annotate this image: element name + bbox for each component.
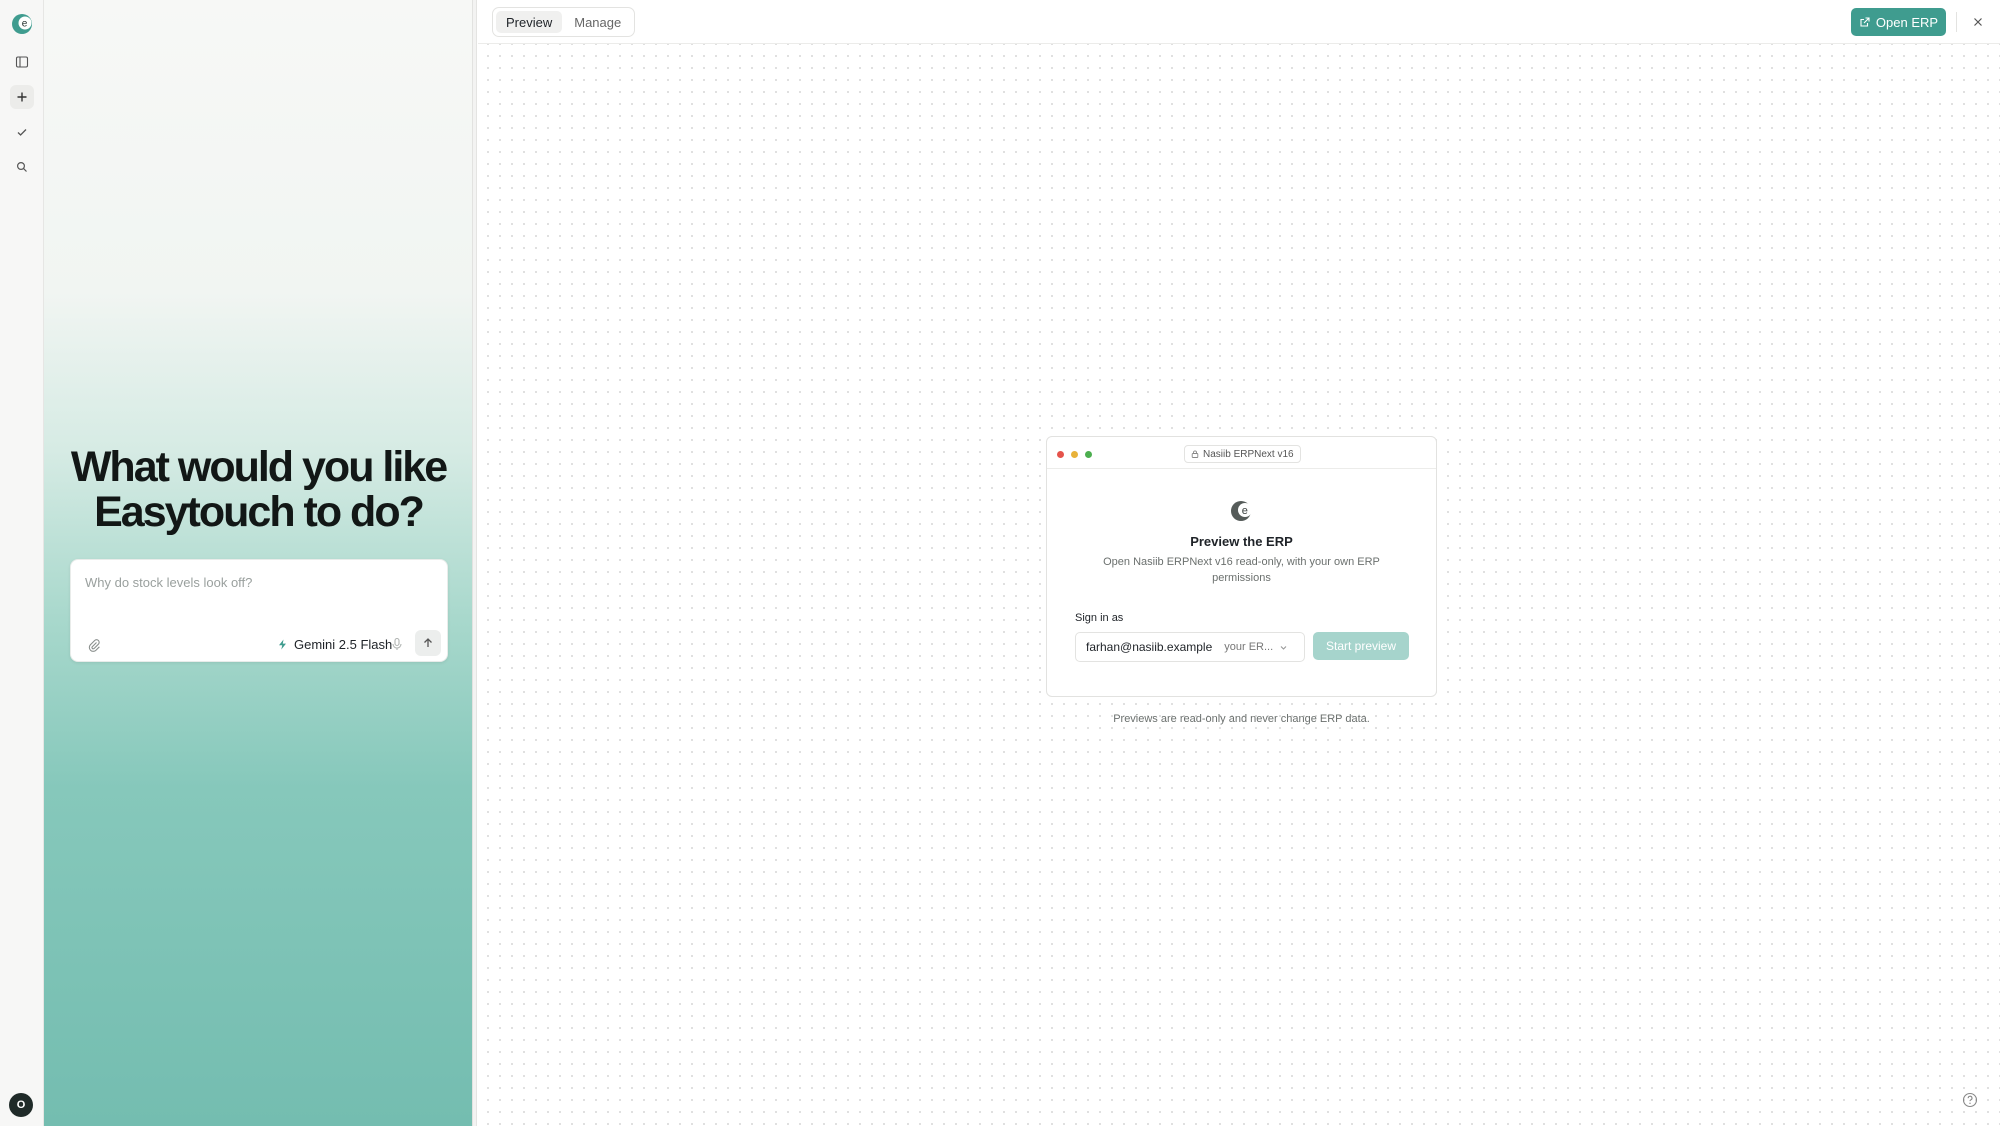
panel-resize-handle[interactable] [473, 0, 477, 1126]
headline-line-2: Easytouch to do? [94, 488, 425, 536]
search-button[interactable] [10, 155, 34, 179]
sign-in-select[interactable]: farhan@nasiib.example your ER... [1075, 632, 1305, 662]
icon-rail: e O [0, 0, 44, 1126]
open-erp-label: Open ERP [1875, 14, 1939, 30]
tab-manage[interactable]: Manage [564, 11, 631, 33]
url-pill: Nasiib ERPNext v16 [1184, 445, 1301, 463]
chat-panel: What would you like Easytouch to do? Why… [44, 0, 473, 1126]
preview-panel: Preview Manage Open ERP Nasiib ERPNext v… [478, 0, 2000, 1126]
sidebar-toggle-icon [15, 56, 29, 68]
user-avatar[interactable]: O [9, 1093, 33, 1117]
svg-text:e: e [1242, 505, 1248, 517]
sidebar-toggle-button[interactable] [10, 50, 34, 74]
chat-input[interactable]: Why do stock levels look off? [85, 575, 252, 590]
paperclip-icon[interactable] [87, 638, 101, 652]
page-title: What would you like Easytouch to do? [44, 445, 473, 535]
check-icon [17, 129, 27, 136]
view-tabs: Preview Manage [492, 7, 636, 37]
preview-footnote: Previews are read-only and never change … [1113, 713, 1370, 725]
tab-preview[interactable]: Preview [496, 11, 563, 33]
start-preview-button[interactable]: Start preview [1313, 632, 1409, 660]
window-minimize-dot [1071, 451, 1078, 458]
easytouch-logo-icon[interactable]: e [11, 13, 33, 35]
microphone-icon[interactable] [389, 636, 405, 652]
help-icon [1962, 1092, 1978, 1108]
preview-toolbar: Preview Manage Open ERP [478, 0, 2000, 44]
window-close-dot [1057, 451, 1064, 458]
arrow-up-icon [424, 638, 432, 647]
tasks-button[interactable] [10, 120, 34, 144]
card-title: Preview the ERP [1190, 534, 1293, 549]
chevron-down-icon [1280, 645, 1287, 650]
close-icon [1974, 18, 1982, 26]
send-button[interactable] [415, 630, 441, 656]
headline-line-1: What would you like [70, 443, 448, 491]
url-label: Nasiib ERPNext v16 [1203, 448, 1294, 460]
external-link-icon [1860, 16, 1870, 27]
help-button[interactable] [1959, 1089, 1981, 1111]
erp-logo-icon: e [1231, 501, 1252, 521]
plus-icon [17, 92, 27, 102]
selected-role: your ER... [1224, 641, 1274, 653]
svg-text:e: e [22, 19, 28, 30]
open-erp-button[interactable]: Open ERP [1851, 8, 1946, 36]
close-button[interactable] [1968, 12, 1988, 32]
erp-preview-card: Nasiib ERPNext v16 e Preview the ERP Ope… [1046, 436, 1437, 697]
model-label: Gemini 2.5 Flash [294, 636, 393, 652]
chat-composer[interactable]: Why do stock levels look off? Gemini 2.5… [70, 559, 448, 662]
window-maximize-dot [1085, 451, 1092, 458]
toolbar-divider [1956, 12, 1957, 32]
sign-in-label: Sign in as [1075, 612, 1124, 624]
model-selector[interactable]: Gemini 2.5 Flash [277, 634, 392, 654]
selected-email: farhan@nasiib.example [1086, 640, 1213, 654]
lock-icon [1191, 450, 1199, 458]
search-icon [16, 161, 27, 172]
browser-chrome: Nasiib ERPNext v16 [1047, 437, 1436, 469]
sparkle-icon [279, 639, 286, 649]
new-chat-button[interactable] [10, 85, 34, 109]
card-subtitle: Open Nasiib ERPNext v16 read-only, with … [1103, 556, 1380, 584]
